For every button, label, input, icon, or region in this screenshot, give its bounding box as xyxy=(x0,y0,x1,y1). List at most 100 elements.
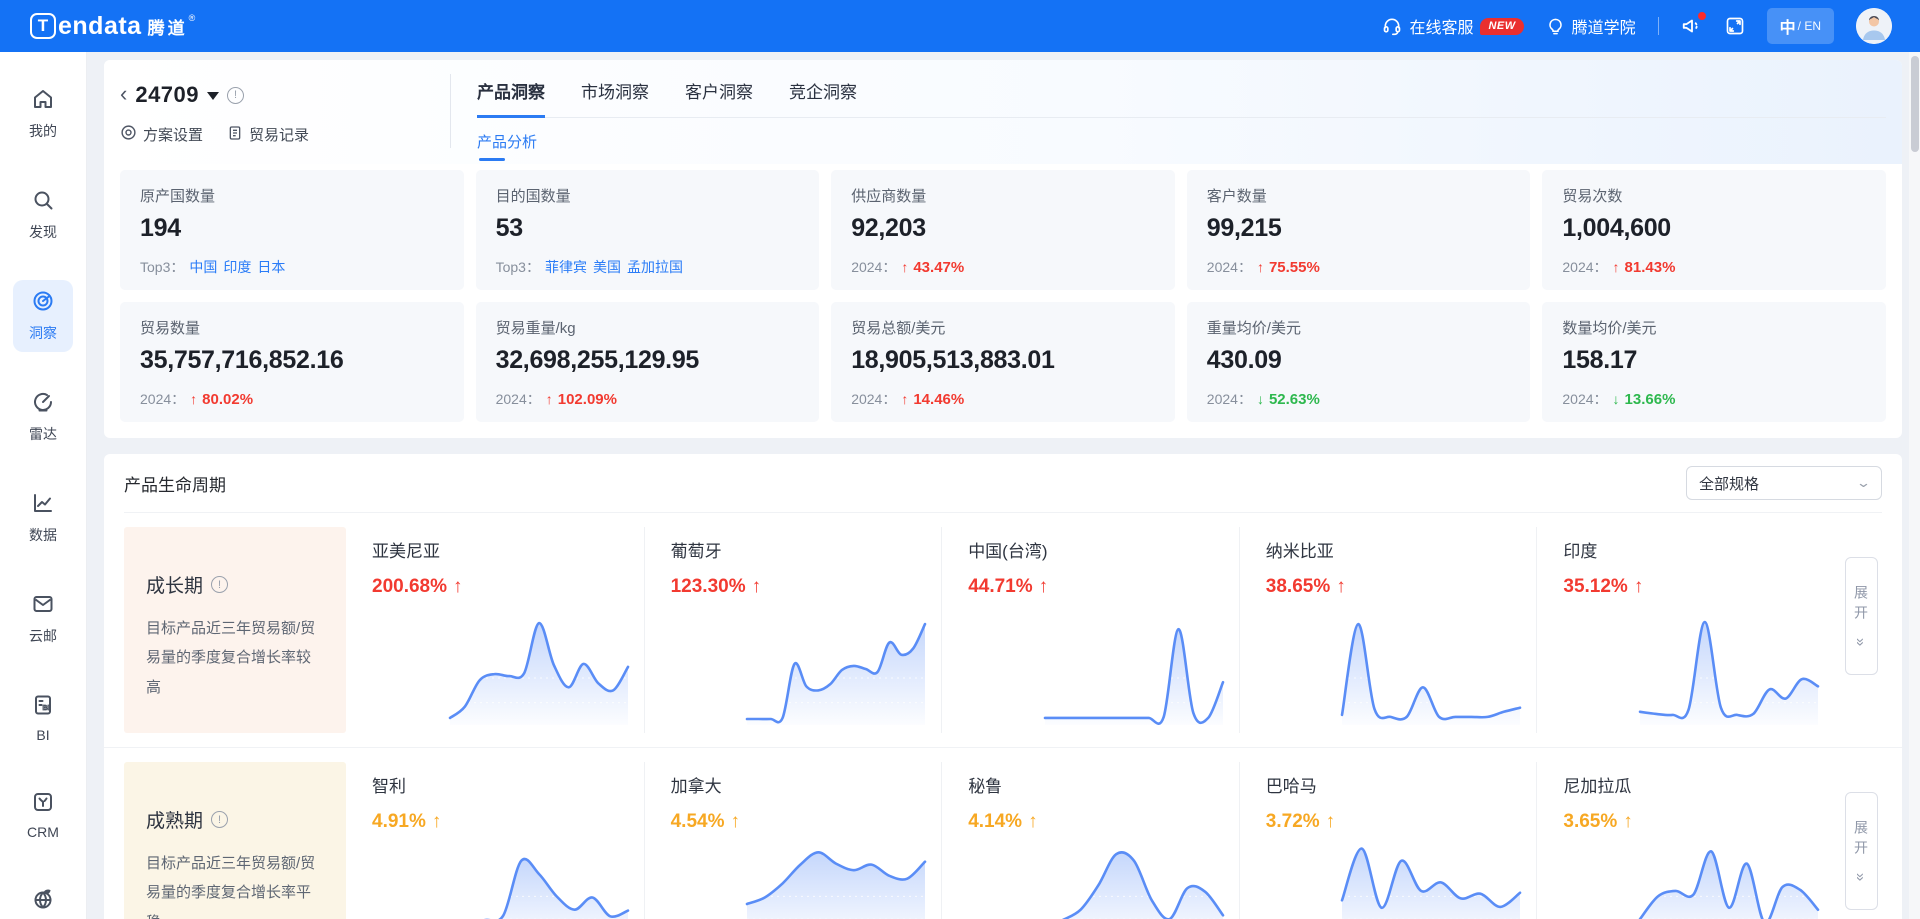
top3-country-link[interactable]: 印度 xyxy=(223,259,251,275)
up-arrow-icon: ↑ xyxy=(1613,259,1620,275)
top3-country-link[interactable]: 菲律宾 xyxy=(545,259,587,275)
insight-panel: ‹ 24709 ! 方案设置 xyxy=(104,60,1902,438)
bi-icon: BI xyxy=(31,693,55,722)
top3-country-link[interactable]: 孟加拉国 xyxy=(627,259,683,275)
spec-filter-select[interactable]: 全部规格 ⌄ xyxy=(1686,466,1882,500)
sidebar-item-apps[interactable]: 应用 xyxy=(13,878,73,919)
country-name: 纳米比亚 xyxy=(1266,537,1523,562)
up-arrow-icon: ↑ xyxy=(1326,811,1336,833)
trade-records-label: 贸易记录 xyxy=(249,124,309,145)
app-logo[interactable]: T endata 腾道 ® xyxy=(30,13,195,39)
info-icon[interactable]: ! xyxy=(227,87,244,104)
up-arrow-icon: ↑ xyxy=(901,259,908,275)
country-trend-cell[interactable]: 纳米比亚 38.65% ↑ xyxy=(1239,527,1537,733)
stage-description: 目标产品近三年贸易额/贸易量的季度复合增长率较高 xyxy=(146,614,324,702)
plan-settings-button[interactable]: 方案设置 xyxy=(120,124,203,145)
stat-value: 1,004,600 xyxy=(1562,214,1866,243)
expand-label: 展开 xyxy=(1851,585,1871,625)
top3-country-link[interactable]: 日本 xyxy=(257,259,285,275)
country-trend-cell[interactable]: 中国(台湾) 44.71% ↑ xyxy=(941,527,1239,733)
stat-meta-label: 2024： xyxy=(1207,257,1252,277)
up-arrow-icon: ↑ xyxy=(1336,576,1346,598)
up-arrow-icon: ↑ xyxy=(1257,259,1264,275)
sidebar-item-search[interactable]: 发现 xyxy=(13,179,73,251)
stat-pct: 75.55% xyxy=(1269,259,1320,276)
tab-2[interactable]: 市场洞察 xyxy=(581,78,649,118)
stat-card: 目的国数量53Top3：菲律宾美国孟加拉国 xyxy=(476,170,820,290)
country-trend-cell[interactable]: 加拿大 4.54% ↑ xyxy=(644,762,942,919)
trend-sparkline xyxy=(743,613,929,725)
page-scrollbar[interactable] xyxy=(1909,52,1920,919)
topbar: T endata 腾道 ® 在线客服 NEW 腾道学院 中 / EN xyxy=(0,0,1920,52)
stat-value: 35,757,716,852.16 xyxy=(140,346,444,375)
sidebar-item-mail[interactable]: 云邮 xyxy=(13,583,73,655)
trade-records-button[interactable]: 贸易记录 xyxy=(227,124,309,145)
sidebar-item-data[interactable]: 数据 xyxy=(13,482,73,554)
avatar[interactable] xyxy=(1856,8,1892,44)
language-toggle[interactable]: 中 / EN xyxy=(1767,8,1834,44)
info-icon[interactable]: ! xyxy=(211,576,228,593)
sidebar-item-label: 我的 xyxy=(29,121,57,141)
back-icon[interactable]: ‹ xyxy=(120,83,127,105)
stat-pct: 14.46% xyxy=(913,391,964,408)
data-icon xyxy=(31,491,55,520)
stat-card: 贸易数量35,757,716,852.162024：↑80.02% xyxy=(120,302,464,422)
country-name: 尼加拉瓜 xyxy=(1563,772,1820,797)
stat-pct: 43.47% xyxy=(913,259,964,276)
growth-pct: 38.65% xyxy=(1266,576,1330,598)
expand-button[interactable]: 展开 » xyxy=(1845,557,1878,675)
tab-3[interactable]: 客户洞察 xyxy=(685,78,753,118)
fullscreen-icon[interactable] xyxy=(1725,16,1745,36)
country-trend-cell[interactable]: 葡萄牙 123.30% ↑ xyxy=(644,527,942,733)
sidebar-item-bi[interactable]: BIBI xyxy=(13,684,73,752)
stat-meta-label: 2024： xyxy=(851,389,896,409)
lifecycle-row: 成长期 ! 目标产品近三年贸易额/贸易量的季度复合增长率较高 亚美尼亚 200.… xyxy=(104,513,1902,748)
subtab-product-analysis[interactable]: 产品分析 xyxy=(477,131,537,152)
tab-1[interactable]: 产品洞察 xyxy=(477,78,545,118)
info-icon[interactable]: ! xyxy=(211,811,228,828)
country-trend-cell[interactable]: 巴哈马 3.72% ↑ xyxy=(1239,762,1537,919)
top3-country-link[interactable]: 中国 xyxy=(189,259,217,275)
stat-meta-label: 2024： xyxy=(1562,257,1607,277)
country-trend-cell[interactable]: 亚美尼亚 200.68% ↑ xyxy=(346,527,644,733)
stage-name: 成长期 xyxy=(146,571,203,598)
stat-value: 32,698,255,129.95 xyxy=(496,346,800,375)
scrollbar-thumb[interactable] xyxy=(1911,56,1919,152)
notification-dot xyxy=(1698,12,1706,20)
up-arrow-icon: ↑ xyxy=(752,576,762,598)
announcement-icon[interactable] xyxy=(1681,15,1703,37)
stat-label: 客户数量 xyxy=(1207,185,1511,206)
stat-value: 99,215 xyxy=(1207,214,1511,243)
sidebar-item-crm[interactable]: CRM xyxy=(13,781,73,849)
country-trend-cell[interactable]: 尼加拉瓜 3.65% ↑ xyxy=(1536,762,1834,919)
stat-label: 贸易重量/kg xyxy=(496,317,800,338)
registered-mark: ® xyxy=(189,13,196,23)
country-name: 秘鲁 xyxy=(968,772,1225,797)
country-trend-cell[interactable]: 印度 35.12% ↑ xyxy=(1536,527,1834,733)
tab-4[interactable]: 竞企洞察 xyxy=(789,78,857,118)
top3-country-link[interactable]: 美国 xyxy=(593,259,621,275)
country-trend-cell[interactable]: 秘鲁 4.14% ↑ xyxy=(941,762,1239,919)
new-badge: NEW xyxy=(1480,18,1523,35)
stat-label: 贸易次数 xyxy=(1562,185,1866,206)
caret-down-icon[interactable] xyxy=(207,92,219,106)
document-icon xyxy=(227,125,243,145)
search-icon xyxy=(31,188,55,217)
up-arrow-icon: ↑ xyxy=(1028,811,1038,833)
stat-label: 重量均价/美元 xyxy=(1207,317,1511,338)
sidebar-item-insight[interactable]: 洞察 xyxy=(13,280,73,352)
online-service-label: 在线客服 xyxy=(1409,14,1473,38)
growth-pct: 35.12% xyxy=(1563,576,1627,598)
stat-meta-label: 2024： xyxy=(1207,389,1252,409)
sidebar-item-radar[interactable]: 雷达 xyxy=(13,381,73,453)
plan-id[interactable]: 24709 xyxy=(135,82,199,108)
crm-icon xyxy=(31,790,55,819)
stat-meta-label: 2024： xyxy=(140,389,185,409)
academy-link[interactable]: 腾道学院 xyxy=(1546,14,1636,38)
online-service-link[interactable]: 在线客服 NEW xyxy=(1382,14,1523,38)
sidebar-item-home[interactable]: 我的 xyxy=(13,78,73,150)
country-trend-cell[interactable]: 智利 4.91% ↑ xyxy=(346,762,644,919)
topbar-divider xyxy=(1658,17,1659,35)
stat-label: 贸易数量 xyxy=(140,317,444,338)
expand-button[interactable]: 展开 » xyxy=(1845,792,1878,910)
